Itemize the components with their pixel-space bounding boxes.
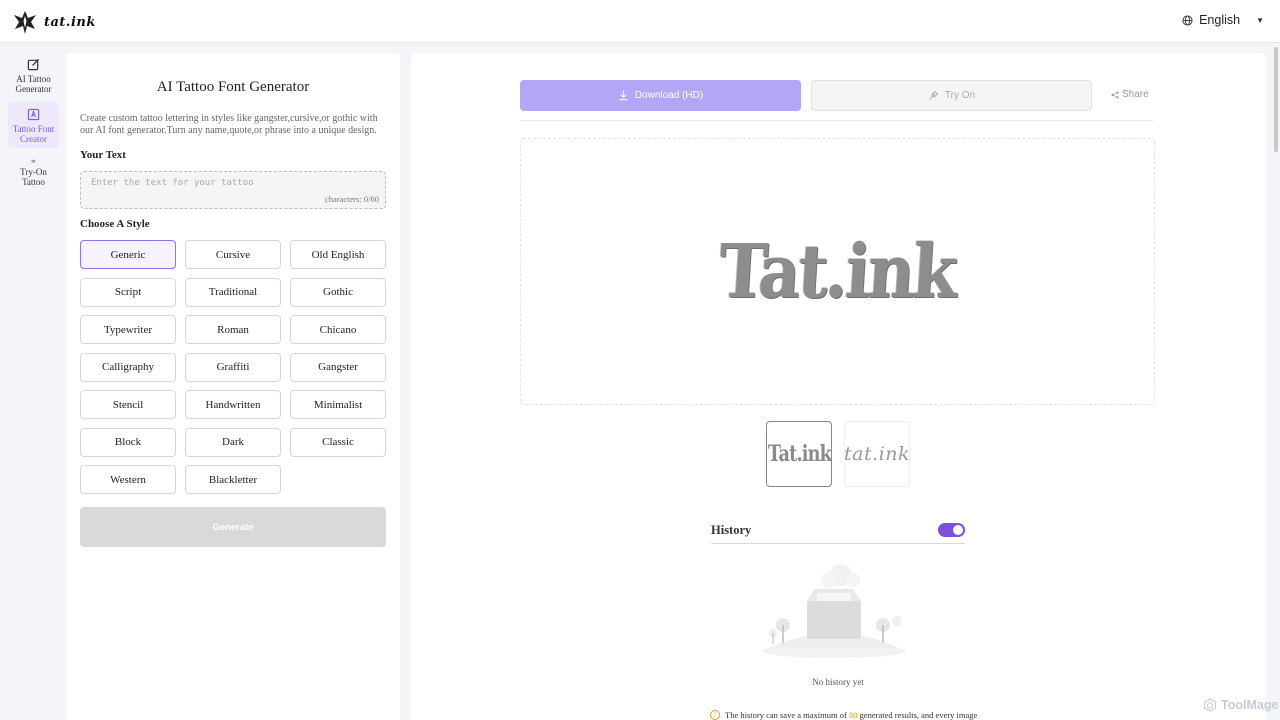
brush-icon [929, 90, 939, 100]
result-preview: Tat.ink [520, 138, 1155, 405]
result-thumbnail-2[interactable]: tat.ink [844, 421, 910, 487]
preview-lettering: Tat.ink [716, 228, 959, 315]
text-input-box: characters: 0/60 [80, 171, 386, 209]
style-option-roman[interactable]: Roman [185, 315, 281, 344]
sidebar-item-label: AI Tattoo Generator [15, 74, 52, 94]
style-option-calligraphy[interactable]: Calligraphy [80, 352, 176, 382]
notice-suffix: generated results, and every image [859, 710, 978, 720]
globe-icon [1182, 14, 1193, 26]
choose-style-label: Choose A Style [80, 218, 150, 230]
style-option-graffiti[interactable]: Graffiti [185, 352, 281, 382]
page-description: Create custom tattoo lettering in styles… [80, 113, 378, 136]
generate-button[interactable]: Generate [80, 507, 386, 547]
download-label: Download (HD) [634, 90, 704, 101]
history-notice: ! The history can save a maximum of 80 g… [710, 710, 980, 720]
style-option-handwritten[interactable]: Handwritten [185, 390, 281, 419]
style-option-block[interactable]: Block [80, 427, 176, 457]
language-label: English [1199, 13, 1241, 27]
style-option-blackletter[interactable]: Blackletter [185, 465, 281, 494]
notice-prefix: The history can save a maximum of [725, 710, 847, 720]
history-title: History [711, 523, 752, 537]
thumbnail-lettering: tat.ink [844, 443, 910, 465]
result-panel: Download (HD) Try On Share Tat.ink Tat.i… [411, 53, 1266, 720]
style-option-generic[interactable]: Generic [80, 240, 176, 269]
style-option-minimalist[interactable]: Minimalist [290, 390, 386, 419]
logo-text: tat.ink [44, 14, 96, 30]
style-option-classic[interactable]: Classic [290, 427, 386, 457]
brush-icon [31, 159, 36, 164]
share-label: Share [1122, 89, 1149, 100]
sidebar-item-ai-tattoo-generator[interactable]: AI Tattoo Generator [8, 52, 59, 98]
style-option-stencil[interactable]: Stencil [80, 390, 176, 419]
try-on-button[interactable]: Try On [811, 80, 1092, 111]
toolbar-divider [520, 120, 1154, 121]
thumbnail-lettering: Tat.ink [767, 441, 831, 467]
logo[interactable]: tat.ink [12, 9, 96, 35]
form-panel: AI Tattoo Font Generator Create custom t… [66, 53, 400, 720]
notice-count: 80 [848, 710, 858, 720]
history-divider [711, 543, 965, 544]
empty-box-illustration [762, 564, 906, 658]
sidebar-item-label: Try-On Tattoo [20, 167, 47, 187]
page-title: AI Tattoo Font Generator [156, 79, 310, 95]
style-grid: Generic Cursive Old English Script Tradi… [80, 240, 386, 494]
edit-icon [27, 58, 40, 71]
style-option-traditional[interactable]: Traditional [185, 277, 281, 307]
watermark: ToolMage [1203, 698, 1278, 712]
style-option-western[interactable]: Western [80, 465, 176, 494]
download-hd-button[interactable]: Download (HD) [520, 80, 801, 111]
character-counter: characters: 0/60 [324, 194, 379, 204]
history-toggle[interactable] [938, 523, 965, 537]
sidebar: AI Tattoo Generator Tattoo Font Creator … [0, 43, 66, 720]
caret-down-icon: ▼ [1256, 15, 1264, 25]
style-option-gangster[interactable]: Gangster [290, 352, 386, 382]
download-icon [619, 90, 628, 101]
sidebar-item-tattoo-font-creator[interactable]: Tattoo Font Creator [8, 102, 59, 148]
logo-mark-icon [14, 11, 36, 34]
style-option-cursive[interactable]: Cursive [185, 240, 281, 269]
toggle-knob [953, 525, 963, 535]
style-option-gothic[interactable]: Gothic [290, 277, 386, 307]
info-icon: ! [710, 710, 720, 720]
style-option-dark[interactable]: Dark [185, 427, 281, 457]
notice-text: The history can save a maximum of 80 gen… [725, 710, 977, 720]
share-icon [1111, 90, 1119, 99]
try-on-label: Try On [944, 90, 976, 101]
style-option-typewriter[interactable]: Typewriter [80, 315, 176, 344]
empty-history-text: No history yet [812, 677, 864, 687]
style-option-script[interactable]: Script [80, 277, 176, 307]
top-header: tat.ink English ▼ [0, 0, 1280, 43]
your-text-label: Your Text [80, 149, 126, 161]
page-scrollbar[interactable] [1274, 47, 1278, 152]
watermark-text: ToolMage [1221, 698, 1279, 712]
sidebar-item-try-on-tattoo[interactable]: Try-On Tattoo [8, 153, 59, 187]
toolmage-logo-icon [1203, 698, 1217, 712]
sidebar-item-label: Tattoo Font Creator [12, 124, 55, 144]
font-icon [27, 108, 40, 121]
share-button[interactable]: Share [1111, 89, 1149, 100]
language-selector[interactable]: English ▼ [1182, 13, 1264, 27]
style-option-old-english[interactable]: Old English [290, 240, 386, 269]
result-thumbnail-1[interactable]: Tat.ink [766, 421, 832, 487]
style-option-chicano[interactable]: Chicano [290, 315, 386, 344]
